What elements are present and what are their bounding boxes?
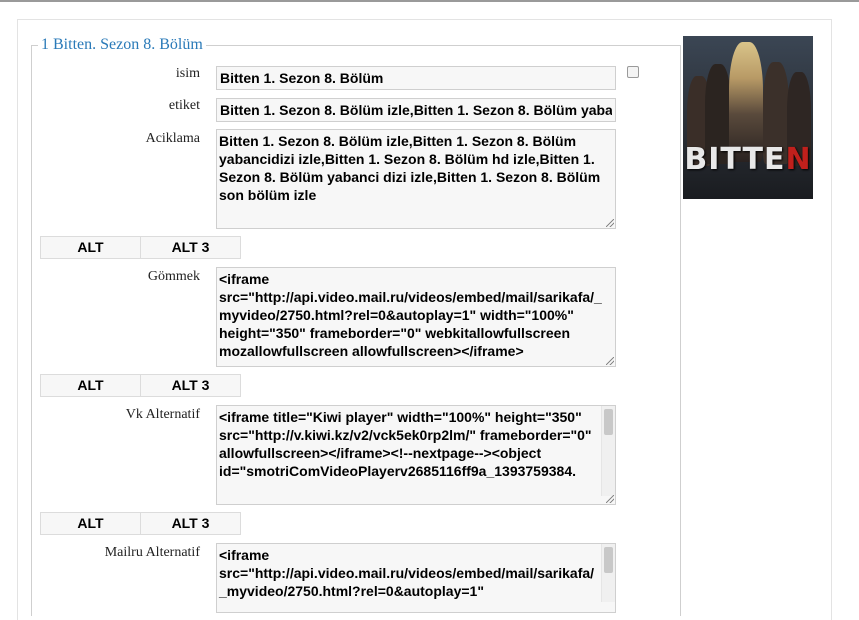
- vk-scrollbar[interactable]: [601, 406, 615, 496]
- tags-label: etiket: [168, 98, 200, 113]
- resize-grip-icon[interactable]: [606, 219, 614, 227]
- alt3-button[interactable]: ALT 3: [140, 512, 241, 535]
- description-label: Aciklama: [145, 131, 200, 146]
- select-checkbox[interactable]: [627, 66, 639, 78]
- name-input[interactable]: [216, 66, 616, 90]
- alt3-button[interactable]: ALT 3: [140, 374, 241, 397]
- poster-title: BITTEN: [684, 142, 812, 177]
- resize-grip-icon[interactable]: [606, 357, 614, 365]
- alt3-button[interactable]: ALT 3: [140, 236, 241, 259]
- mailru-scrollbar[interactable]: [601, 544, 615, 602]
- vk-alt-label: Vk Alternatif: [125, 407, 200, 422]
- description-textarea[interactable]: Bitten 1. Sezon 8. Bölüm izle,Bitten 1. …: [216, 129, 616, 229]
- alt-button[interactable]: ALT: [40, 236, 141, 259]
- alt-button[interactable]: ALT: [40, 512, 141, 535]
- mailru-alt-label: Mailru Alternatif: [104, 545, 200, 560]
- embed-textarea[interactable]: <iframe src="http://api.video.mail.ru/vi…: [216, 267, 616, 367]
- alt-button[interactable]: ALT: [40, 374, 141, 397]
- mailru-alt-textarea[interactable]: <iframe src="http://api.video.mail.ru/vi…: [216, 543, 616, 613]
- form-legend: 1 Bitten. Sezon 8. Bölüm: [41, 36, 203, 53]
- resize-grip-icon[interactable]: [606, 495, 614, 503]
- name-label: isim: [175, 66, 200, 81]
- embed-label: Gömmek: [147, 269, 200, 284]
- vk-alt-textarea[interactable]: <iframe title="Kiwi player" width="100%"…: [216, 405, 616, 505]
- show-poster: BITTEN: [683, 36, 813, 199]
- tags-input[interactable]: [216, 98, 616, 122]
- top-border: [0, 0, 859, 2]
